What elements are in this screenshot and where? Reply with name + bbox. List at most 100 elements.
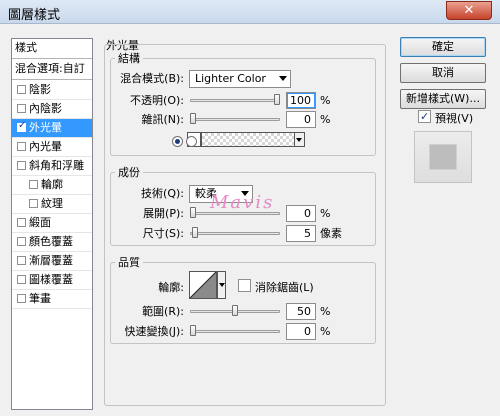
noise-label: 雜訊(N):: [141, 113, 184, 126]
preview-label: 預視(V): [435, 112, 474, 125]
ok-button[interactable]: 確定: [400, 37, 486, 57]
style-item[interactable]: 內光暈: [12, 138, 92, 156]
style-item[interactable]: 輪廓: [12, 176, 92, 194]
range-label: 範圍(R):: [142, 305, 184, 318]
style-item-checkbox[interactable]: [17, 275, 26, 284]
contour-picker[interactable]: [189, 271, 217, 299]
style-item[interactable]: 顏色覆蓋: [12, 233, 92, 251]
style-item-label: 輪廓: [41, 178, 63, 191]
style-item[interactable]: 斜角和浮雕: [12, 157, 92, 175]
style-item-label: 內光暈: [29, 140, 62, 153]
size-slider-thumb[interactable]: [192, 227, 198, 238]
style-item-checkbox[interactable]: ✓: [17, 120, 27, 132]
style-item-label: 斜角和浮雕: [29, 159, 84, 172]
style-item[interactable]: 圖樣覆蓋: [12, 271, 92, 289]
style-item-checkbox[interactable]: [17, 104, 26, 113]
style-list-header[interactable]: 樣式: [12, 39, 95, 57]
style-item-label: 緞面: [29, 216, 51, 229]
style-item[interactable]: 漸層覆蓋: [12, 252, 92, 270]
style-item[interactable]: 紋理: [12, 195, 92, 213]
window-title: 圖層樣式: [8, 8, 61, 23]
spread-slider-thumb[interactable]: [190, 207, 196, 218]
contour-curve-icon: [190, 272, 216, 298]
style-item-label: 顏色覆蓋: [29, 235, 73, 248]
style-item-checkbox[interactable]: [17, 161, 26, 170]
style-item[interactable]: 緞面: [12, 214, 92, 232]
noise-input[interactable]: 0: [286, 111, 316, 128]
gradient-swatch[interactable]: [201, 132, 305, 147]
style-item-checkbox[interactable]: [17, 218, 26, 227]
jitter-unit: %: [320, 325, 331, 338]
style-list: 樣式 混合選項:自訂 陰影 內陰影 ✓ 外光暈 內光暈 斜角和浮雕 輪廓 紋理 緞面 顏色覆蓋 漸層…: [11, 38, 93, 410]
blend-mode-label: 混合模式(B):: [120, 72, 184, 85]
style-item-label: 紋理: [41, 197, 63, 210]
elements-title: 成份: [115, 166, 143, 179]
opacity-slider[interactable]: [190, 99, 280, 102]
preview-checkbox[interactable]: ✓: [418, 110, 431, 123]
color-radio[interactable]: [172, 136, 183, 147]
style-item[interactable]: 陰影: [12, 81, 92, 99]
title-bar: [0, 0, 500, 24]
jitter-slider[interactable]: [190, 330, 280, 333]
range-input[interactable]: 50: [286, 303, 316, 320]
cancel-button[interactable]: 取消: [400, 63, 486, 83]
style-item-checkbox[interactable]: [29, 180, 38, 189]
style-item-checkbox[interactable]: [17, 237, 26, 246]
style-preview: [414, 131, 472, 183]
style-item-checkbox[interactable]: [17, 85, 26, 94]
opacity-unit: %: [320, 94, 331, 107]
style-item-checkbox[interactable]: [17, 256, 26, 265]
close-button[interactable]: ✕: [446, 1, 492, 20]
spread-input[interactable]: 0: [286, 205, 316, 222]
structure-title: 結構: [115, 52, 143, 65]
style-item-label: 陰影: [29, 83, 51, 96]
style-item-checkbox[interactable]: [29, 199, 38, 208]
size-unit: 像素: [320, 227, 342, 240]
style-item-label: 圖樣覆蓋: [29, 273, 73, 286]
gradient-dropdown-button[interactable]: [294, 133, 304, 146]
opacity-slider-thumb[interactable]: [274, 94, 280, 105]
contour-dropdown-button[interactable]: [217, 271, 226, 299]
chevron-down-icon: [296, 138, 302, 142]
jitter-label: 快速變換(J):: [124, 325, 184, 338]
chevron-down-icon: [279, 76, 287, 81]
new-style-button[interactable]: 新增樣式(W)...: [400, 89, 486, 109]
spread-label: 展開(P):: [143, 207, 184, 220]
range-unit: %: [320, 305, 331, 318]
blend-mode-dropdown[interactable]: Lighter Color: [189, 70, 291, 88]
technique-label: 技術(Q):: [141, 187, 184, 200]
antialias-checkbox[interactable]: [238, 279, 251, 292]
opacity-input[interactable]: 100: [286, 92, 316, 109]
style-item-label: 筆畫: [29, 292, 51, 305]
style-item-label: 內陰影: [29, 102, 62, 115]
jitter-input[interactable]: 0: [286, 323, 316, 340]
quality-title: 品質: [115, 256, 143, 269]
watermark: Mavis: [210, 192, 275, 213]
style-item[interactable]: 內陰影: [12, 100, 92, 118]
noise-slider-thumb[interactable]: [190, 113, 196, 124]
style-item-checkbox[interactable]: [17, 294, 26, 303]
gradient-radio[interactable]: [186, 136, 197, 147]
spread-unit: %: [320, 207, 331, 220]
blending-options-item[interactable]: 混合選項:自訂: [12, 60, 95, 78]
divider: [12, 308, 92, 309]
opacity-label: 不透明(O):: [130, 94, 184, 107]
size-input[interactable]: 5: [286, 225, 316, 242]
preview-swatch: [429, 144, 457, 170]
style-item[interactable]: ✓ 外光暈: [12, 119, 92, 137]
contour-label: 輪廓:: [158, 281, 184, 294]
antialias-label: 消除鋸齒(L): [255, 281, 314, 294]
style-item-checkbox[interactable]: [17, 142, 26, 151]
checkmark-icon: ✓: [18, 120, 27, 131]
noise-slider[interactable]: [190, 118, 280, 121]
chevron-down-icon: [219, 283, 225, 287]
range-slider-thumb[interactable]: [232, 305, 238, 316]
size-slider[interactable]: [190, 232, 280, 235]
divider: [12, 58, 92, 59]
checkmark-icon: ✓: [420, 110, 430, 123]
style-item[interactable]: 筆畫: [12, 290, 92, 308]
style-item-label: 漸層覆蓋: [29, 254, 73, 267]
style-item-label: 外光暈: [29, 121, 62, 134]
size-label: 尺寸(S):: [142, 227, 184, 240]
jitter-slider-thumb[interactable]: [190, 325, 196, 336]
